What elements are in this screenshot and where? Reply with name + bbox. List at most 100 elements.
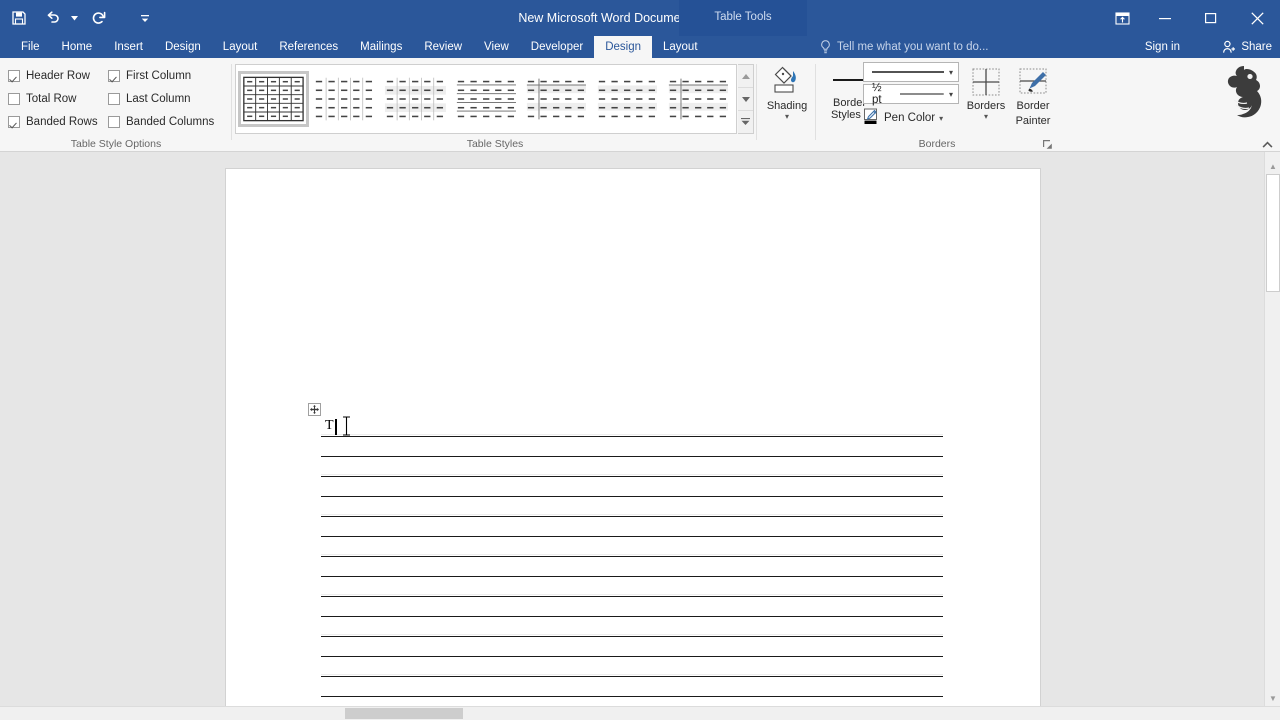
checkbox-banded-rows[interactable]: Banded Rows [8,110,108,133]
border-painter-button[interactable]: Border Painter [1007,63,1059,127]
table-row[interactable] [321,457,943,477]
table-row[interactable] [321,517,943,537]
table-row[interactable]: T [321,417,943,437]
checkbox-total-row-box[interactable] [8,92,20,105]
shading-button[interactable]: Shading ▾ [758,63,816,121]
table-row[interactable] [321,657,943,677]
move-arrows-icon [310,405,319,414]
close-button[interactable] [1234,0,1280,36]
undo-button[interactable] [38,3,68,33]
table-row[interactable] [321,537,943,557]
table-row[interactable] [321,477,943,497]
horizontal-scrollbar-thumb[interactable] [345,708,463,719]
table-row[interactable] [321,597,943,617]
dialog-launcher-icon [1043,140,1052,149]
tab-file[interactable]: File [10,36,51,58]
checkbox-header-row[interactable]: Header Row [8,64,108,87]
table-style-thumbnail-7[interactable] [665,73,732,125]
table-row[interactable] [321,437,943,457]
table-style-thumbnail-5[interactable] [523,73,591,125]
save-button[interactable] [4,3,34,33]
borders-button[interactable]: Borders ▾ [962,63,1010,121]
chevron-up-icon [741,73,750,79]
table-style-thumbnail-4[interactable] [452,73,520,125]
table-row[interactable] [321,577,943,597]
table-row[interactable] [321,497,943,517]
table-style-thumbnail-1[interactable] [238,71,309,127]
pen-color-label: Pen Color [884,112,936,124]
document-table[interactable]: T [321,417,943,720]
contextual-tab-group-label: Table Tools [679,0,807,36]
line-weight-dropdown[interactable]: ½ pt ▾ [863,82,959,106]
horizontal-scrollbar[interactable] [0,706,1280,720]
group-label-table-style-options: Table Style Options [70,138,162,150]
share-person-icon [1223,40,1236,53]
ribbon-tab-strip: File Home Insert Design Layout Reference… [0,36,1280,58]
tab-layout[interactable]: Layout [212,36,269,58]
vertical-scrollbar-thumb[interactable] [1266,174,1280,292]
checkbox-first-column[interactable]: First Column [108,64,238,87]
borders-dialog-launcher[interactable] [1041,138,1054,151]
quick-access-toolbar [0,0,160,36]
pen-color-icon [863,108,880,128]
line-style-dropdown[interactable]: ▾ [863,62,959,82]
checkbox-first-column-box[interactable] [108,69,120,82]
line-weight-dropdown-caret[interactable]: ▾ [944,90,958,99]
scroll-down-button[interactable]: ▼ [1265,690,1280,706]
dragon-decoration-icon [1227,66,1262,118]
checkbox-last-column[interactable]: Last Column [108,87,238,110]
tab-mailings[interactable]: Mailings [349,36,413,58]
shading-dropdown-caret[interactable]: ▾ [785,112,789,121]
checkbox-banded-rows-box[interactable] [8,115,20,128]
line-style-preview [864,68,944,76]
table-style-thumbnail-2[interactable] [310,73,378,125]
undo-dropdown-button[interactable] [68,3,80,33]
redo-button[interactable] [84,3,114,33]
gallery-scroll-down-button[interactable] [738,88,753,111]
table-row[interactable] [321,677,943,697]
minimize-button[interactable] [1142,0,1188,36]
checkbox-banded-columns[interactable]: Banded Columns [108,110,238,133]
table-style-thumbnail-3[interactable] [381,73,449,125]
vertical-scrollbar[interactable]: ▲ ▼ [1264,152,1280,706]
scroll-up-button[interactable]: ▲ [1265,158,1280,174]
collapse-ribbon-button[interactable] [1259,136,1275,152]
tab-review[interactable]: Review [413,36,473,58]
table-style-thumbnail-6[interactable] [594,73,662,125]
table-move-handle[interactable] [308,403,321,416]
pen-color-button[interactable]: Pen Color ▾ [863,108,943,128]
table-styles-gallery[interactable] [235,64,737,134]
share-label: Share [1241,41,1272,53]
share-button[interactable]: Share [1222,36,1272,58]
tab-references[interactable]: References [268,36,349,58]
group-table-styles: Table Styles [233,58,757,152]
tell-me-box[interactable]: Tell me what you want to do... [820,36,989,58]
restore-button[interactable] [1188,0,1234,36]
borders-dropdown-caret[interactable]: ▾ [984,112,988,121]
tab-developer[interactable]: Developer [520,36,594,58]
document-workspace: T [0,152,1280,720]
tab-insert[interactable]: Insert [103,36,154,58]
line-weight-value: ½ pt [872,82,882,106]
line-style-dropdown-caret[interactable]: ▾ [944,68,958,77]
customize-qat-button[interactable] [130,3,160,33]
tab-design[interactable]: Design [154,36,212,58]
tab-view[interactable]: View [473,36,520,58]
checkbox-last-column-box[interactable] [108,92,120,105]
text-caret [335,419,337,435]
table-row[interactable] [321,557,943,577]
checkbox-header-row-box[interactable] [8,69,20,82]
tab-home[interactable]: Home [51,36,104,58]
tab-table-tools-layout[interactable]: Layout [652,36,709,58]
table-row[interactable] [321,617,943,637]
gallery-more-button[interactable] [738,111,753,133]
table-row[interactable] [321,637,943,657]
tab-table-tools-design[interactable]: Design [594,36,652,58]
pen-color-dropdown-caret[interactable]: ▾ [939,114,943,123]
mouse-cursor-ibeam [343,416,350,436]
checkbox-banded-columns-box[interactable] [108,115,120,128]
gallery-scroll-up-button[interactable] [738,65,753,88]
ribbon-display-options-button[interactable] [1102,0,1142,36]
checkbox-total-row[interactable]: Total Row [8,87,108,110]
sign-in-button[interactable]: Sign in [1145,36,1180,58]
